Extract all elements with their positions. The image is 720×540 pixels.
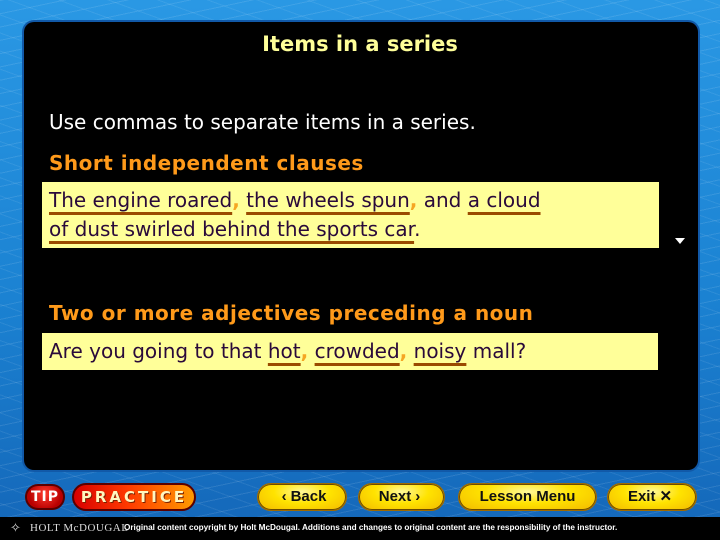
underlined-item: of dust swirled behind the sports car	[49, 217, 415, 241]
lesson-menu-label: Lesson Menu	[479, 488, 576, 505]
example-line: Are you going to that hot, crowded, nois…	[49, 337, 658, 366]
publisher-name: HOLT McDOUGAL	[30, 522, 129, 534]
example-box-clauses: The engine roared, the wheels spun, and …	[42, 182, 659, 248]
back-button[interactable]: ‹ Back	[257, 483, 347, 511]
exit-button[interactable]: Exit ✕	[607, 483, 697, 511]
plain-text: Are you going to that	[49, 339, 268, 363]
holt-mcdougal-logo-icon: ✧	[10, 521, 21, 536]
copyright-notice: Original content copyright by Holt McDou…	[124, 523, 618, 532]
section-heading-clauses: Short independent clauses	[49, 151, 364, 175]
example-box-adjectives: Are you going to that hot, crowded, nois…	[42, 333, 658, 370]
example-line: of dust swirled behind the sports car.	[49, 215, 659, 244]
lesson-menu-button[interactable]: Lesson Menu	[458, 483, 597, 511]
next-label: Next	[378, 488, 412, 505]
next-button[interactable]: Next ›	[358, 483, 445, 511]
series-comma: ,	[232, 188, 240, 212]
footer-bar: ✧ HOLT McDOUGAL Original content copyrig…	[0, 517, 720, 540]
chevron-left-icon: ‹	[281, 488, 287, 505]
plain-text: mall?	[466, 339, 527, 363]
example-line: The engine roared, the wheels spun, and …	[49, 186, 659, 215]
tip-logo: TIP	[25, 484, 65, 510]
section-heading-adjectives: Two or more adjectives preceding a noun	[49, 301, 534, 325]
underlined-item: crowded	[314, 339, 400, 363]
underlined-item: a cloud	[467, 188, 541, 212]
back-label: Back	[290, 488, 327, 505]
intro-text: Use commas to separate items in a series…	[49, 110, 476, 134]
underlined-item: The engine roared	[49, 188, 233, 212]
practice-logo: PRACTICE	[72, 483, 196, 511]
chevron-right-icon: ›	[415, 488, 421, 505]
underlined-item: hot	[267, 339, 301, 363]
underlined-item: the wheels spun	[246, 188, 410, 212]
plain-text: and	[417, 188, 468, 212]
more-down-arrow-icon[interactable]	[675, 238, 685, 244]
close-icon: ✕	[659, 488, 673, 505]
exit-label: Exit	[627, 488, 656, 505]
slide-title: Items in a series	[262, 32, 458, 56]
underlined-item: noisy	[413, 339, 467, 363]
plain-text: .	[414, 217, 421, 241]
